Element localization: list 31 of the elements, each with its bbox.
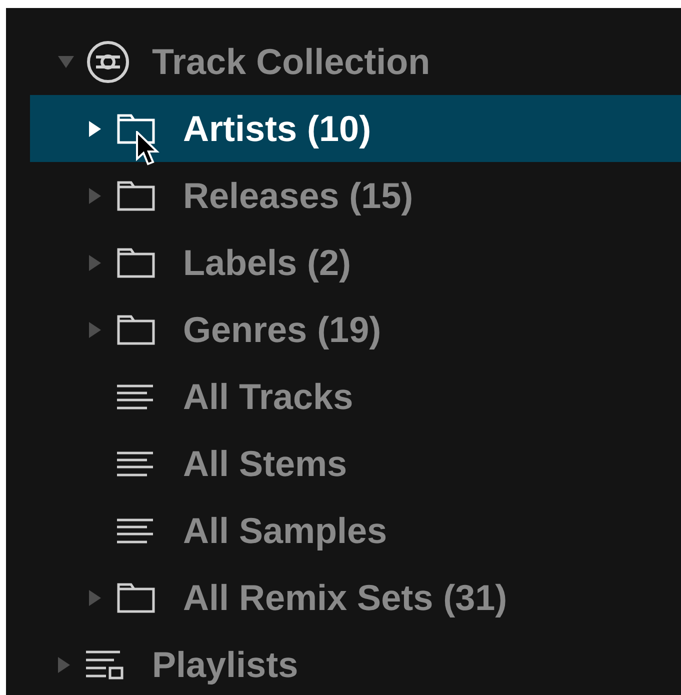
- tree-item-label: All Stems: [183, 442, 348, 484]
- tree-item-label: All Remix Sets (31): [183, 576, 508, 618]
- tree-item-label: Releases (15): [183, 174, 414, 216]
- folder-icon: [117, 248, 155, 278]
- tree-item[interactable]: Labels (2): [30, 229, 681, 296]
- playlist-icon: [86, 650, 124, 680]
- list-icon: [117, 384, 153, 410]
- folder-icon: [117, 180, 155, 210]
- tree-item[interactable]: Releases (15): [30, 162, 681, 229]
- tree-item-label: Track Collection: [152, 40, 430, 82]
- tree-item[interactable]: All Remix Sets (31): [30, 564, 681, 631]
- tree-item-label: All Samples: [183, 510, 388, 552]
- tree-item[interactable]: Genres (19): [30, 296, 681, 363]
- collapse-arrow-icon[interactable]: [58, 56, 74, 68]
- tree-item[interactable]: All Samples: [30, 497, 681, 564]
- tree-item[interactable]: All Stems: [30, 430, 681, 497]
- list-icon: [117, 518, 153, 544]
- expand-arrow-icon[interactable]: [89, 120, 101, 136]
- tree-item-label: Artists (10): [183, 108, 372, 150]
- tree-item-label: All Tracks: [183, 376, 354, 418]
- tree-item-label: Labels (2): [183, 242, 352, 284]
- folder-icon: [117, 582, 155, 612]
- tree-item[interactable]: Playlists: [6, 631, 681, 695]
- collection-icon: [86, 40, 130, 84]
- tree-item[interactable]: All Tracks: [30, 363, 681, 430]
- tree-item-label: Playlists: [152, 644, 298, 686]
- folder-icon: [117, 114, 155, 144]
- tree-item-label: Genres (19): [183, 308, 382, 350]
- list-icon: [117, 450, 153, 476]
- tree-item[interactable]: Track Collection: [6, 28, 681, 95]
- folder-icon: [117, 314, 155, 344]
